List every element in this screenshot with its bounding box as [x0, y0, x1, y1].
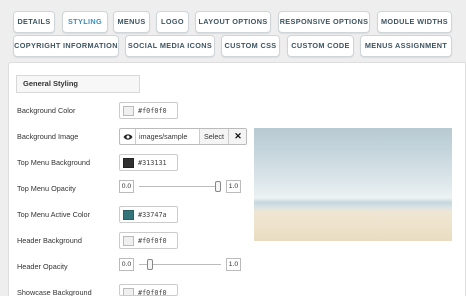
- header-opacity-max: 1.0: [226, 258, 241, 271]
- top-menu-active-color-value: #33747a: [138, 210, 167, 219]
- top-menu-active-color-swatch[interactable]: [123, 209, 134, 220]
- top-menu-opacity-slider: 0.0 1.0: [119, 180, 243, 194]
- background-color-swatch[interactable]: [123, 105, 134, 116]
- tab-menus-assignment[interactable]: Menus Assignment: [360, 35, 452, 57]
- tab-styling[interactable]: Styling: [62, 11, 108, 33]
- tab-social-media-icons[interactable]: Social Media Icons: [125, 35, 215, 57]
- tab-custom-css[interactable]: Custom CSS: [221, 35, 280, 57]
- tab-module-widths[interactable]: Module Widths: [377, 11, 452, 33]
- section-header-general-styling[interactable]: General Styling: [16, 75, 140, 93]
- top-menu-background-field[interactable]: #313131: [119, 154, 178, 171]
- select-image-button[interactable]: Select: [199, 129, 228, 144]
- top-menu-opacity-track[interactable]: [139, 186, 221, 187]
- header-background-swatch[interactable]: [123, 235, 134, 246]
- header-opacity-handle[interactable]: [146, 259, 153, 270]
- tab-custom-code[interactable]: Custom Code: [287, 35, 354, 57]
- tab-logo[interactable]: Logo: [156, 11, 189, 33]
- tab-details[interactable]: Details: [13, 11, 55, 33]
- clear-image-button[interactable]: ✕: [228, 129, 246, 144]
- background-color-label: Background Color: [17, 106, 76, 115]
- background-image-label: Background Image: [17, 132, 79, 141]
- top-menu-opacity-handle[interactable]: [215, 181, 221, 192]
- showcase-background-label: Showcase Background: [17, 288, 92, 296]
- showcase-background-value: #f0f0f0: [138, 288, 167, 296]
- header-opacity-slider: 0.0 1.0: [119, 258, 243, 272]
- tab-menus[interactable]: Menus: [113, 11, 150, 33]
- background-image-preview: [254, 128, 452, 241]
- tab-layout-options[interactable]: Layout Options: [195, 11, 271, 33]
- tab-responsive-options[interactable]: Responsive Options: [278, 11, 370, 33]
- background-color-field[interactable]: #f0f0f0: [119, 102, 178, 119]
- background-image-field: images/sample Select ✕: [119, 128, 247, 145]
- background-color-value: #f0f0f0: [138, 106, 167, 115]
- header-background-field[interactable]: #f0f0f0: [119, 232, 178, 249]
- header-background-value: #f0f0f0: [138, 236, 167, 245]
- top-menu-background-swatch[interactable]: [123, 157, 134, 168]
- top-menu-background-label: Top Menu Background: [17, 158, 91, 167]
- header-opacity-label: Header Opacity: [17, 262, 68, 271]
- top-menu-opacity-min: 0.0: [119, 180, 134, 193]
- top-menu-opacity-max: 1.0: [226, 180, 241, 193]
- eye-icon[interactable]: [120, 129, 135, 144]
- background-image-path-input[interactable]: images/sample: [135, 129, 199, 144]
- tab-copyright-information[interactable]: Copyright Information: [13, 35, 119, 57]
- top-menu-opacity-label: Top Menu Opacity: [17, 184, 76, 193]
- showcase-background-field[interactable]: #f0f0f0: [119, 284, 178, 296]
- top-menu-active-color-field[interactable]: #33747a: [119, 206, 178, 223]
- showcase-background-swatch[interactable]: [123, 287, 134, 295]
- header-opacity-min: 0.0: [119, 258, 134, 271]
- top-menu-active-color-label: Top Menu Active Color: [17, 210, 91, 219]
- header-background-label: Header Background: [17, 236, 82, 245]
- top-menu-background-value: #313131: [138, 158, 167, 167]
